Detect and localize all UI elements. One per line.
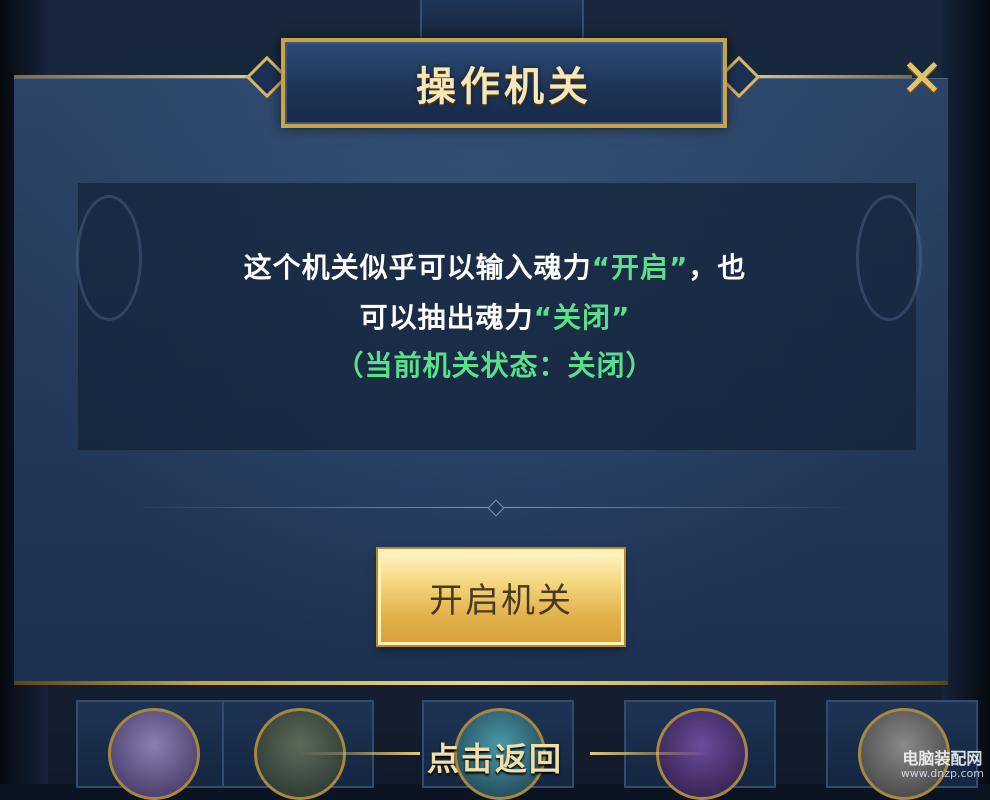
watermark-title: 电脑装配网 — [902, 749, 983, 769]
message-line-2: 可以抽出魂力“关闭” — [0, 296, 990, 336]
open-mechanism-label: 开启机关 — [429, 580, 573, 621]
message-line-1-text: 这个机关似乎可以输入魂力 — [243, 251, 592, 284]
close-icon[interactable]: ✕ — [898, 53, 946, 105]
dialog-title-plate: 操作机关 — [281, 38, 727, 128]
dialog-title: 操作机关 — [416, 64, 592, 110]
open-mechanism-button[interactable]: 开启机关 — [378, 549, 624, 645]
background-right-edge — [942, 0, 990, 784]
message-line-1: 这个机关似乎可以输入魂力“开启”，也 — [0, 246, 990, 286]
tap-to-return-button[interactable]: 点击返回 — [427, 734, 563, 780]
message-line-2-text: 可以抽出魂力 — [359, 301, 534, 334]
watermark-url: www.dnzp.com — [900, 766, 984, 780]
title-gold-line-right — [742, 75, 912, 78]
back-bar: 点击返回 — [0, 730, 990, 784]
open-keyword: “开启” — [591, 251, 689, 284]
title-gold-line-left — [14, 75, 254, 78]
close-keyword: “关闭” — [533, 301, 631, 334]
mechanism-status: （当前机关状态：关闭） — [335, 349, 655, 382]
message-line-1-suffix: ，也 — [688, 251, 747, 284]
background-top-card — [420, 0, 584, 42]
watermark: 电脑装配网 www.dnzp.com — [901, 750, 984, 780]
